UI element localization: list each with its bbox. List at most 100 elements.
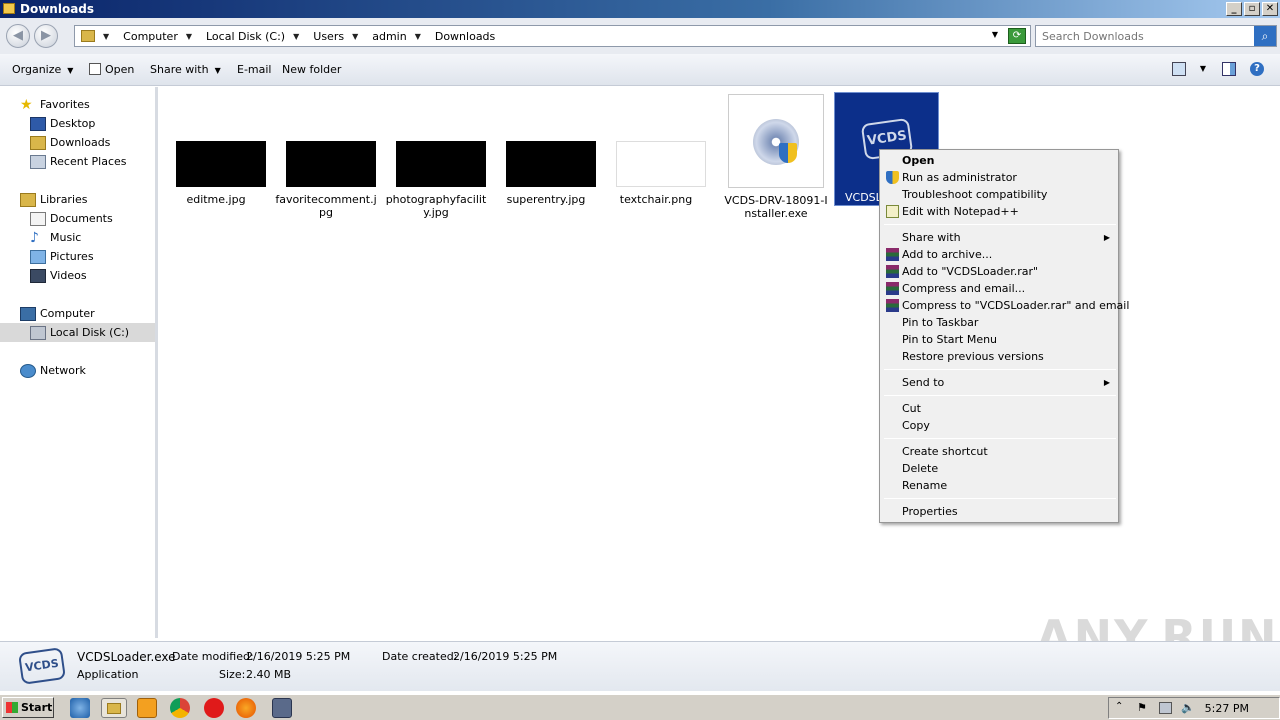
firefox-icon[interactable] (236, 698, 256, 718)
menu-item-share-with[interactable]: Share with ▶ (882, 229, 1116, 246)
nav-label: Computer (40, 307, 95, 320)
menu-item-delete[interactable]: Delete (882, 460, 1116, 477)
start-label: Start (21, 701, 53, 714)
nav-desktop[interactable]: Desktop (30, 114, 95, 133)
file-item[interactable]: superentry.jpg (501, 141, 600, 206)
app-taskbar-icon[interactable] (272, 698, 292, 718)
breadcrumb-downloads[interactable]: Downloads (435, 30, 495, 43)
internet-explorer-icon[interactable] (70, 698, 90, 718)
notepad-plus-icon (886, 205, 899, 218)
open-button[interactable]: Open (89, 63, 134, 76)
recent-places-icon (30, 154, 46, 169)
nav-libraries[interactable]: Libraries (20, 190, 88, 209)
explorer-taskbar-button[interactable] (101, 698, 127, 718)
file-item[interactable]: VCDS-DRV-18091-Installer.exe (724, 94, 830, 220)
address-dropdown-icon[interactable]: ▼ (992, 30, 998, 39)
address-bar[interactable]: ▼ Computer ▼ Local Disk (C:) ▼ Users ▼ a… (74, 25, 1031, 47)
change-view-icon[interactable] (1172, 62, 1186, 76)
folder-icon (3, 3, 15, 14)
vcds-file-icon: VCDS (17, 647, 67, 685)
refresh-button[interactable]: ⟳ (1008, 28, 1026, 44)
search-icon[interactable]: ⌕ (1254, 26, 1276, 46)
breadcrumb-local-disk[interactable]: Local Disk (C:) (206, 30, 285, 43)
nav-label: Desktop (50, 117, 96, 130)
menu-item-properties[interactable]: Properties (882, 503, 1116, 520)
nav-local-disk[interactable]: Local Disk (C:) (0, 323, 155, 342)
system-tray: ⌃ ⚑ 🔈 5:27 PM (1108, 697, 1280, 719)
chrome-icon[interactable] (170, 698, 190, 718)
file-item[interactable]: textchair.png (611, 141, 710, 206)
menu-item-send-to[interactable]: Send to ▶ (882, 374, 1116, 391)
organize-button[interactable]: Organize ▼ (12, 63, 73, 76)
network-icon (20, 363, 36, 378)
chevron-down-icon[interactable]: ▼ (352, 32, 358, 41)
start-button[interactable]: Start (2, 697, 54, 718)
menu-item-rename[interactable]: Rename (882, 477, 1116, 494)
file-item[interactable]: editme.jpg (171, 141, 270, 206)
breadcrumb-computer[interactable]: Computer (123, 30, 178, 43)
menu-item-compress-rar-email[interactable]: Compress to "VCDSLoader.rar" and email (882, 297, 1129, 314)
forward-button[interactable]: ▶ (34, 24, 58, 48)
nav-pictures[interactable]: Pictures (30, 247, 94, 266)
chevron-down-icon[interactable]: ▼ (293, 32, 299, 41)
show-hidden-icons-icon[interactable]: ⌃ (1115, 701, 1123, 712)
submenu-arrow-icon: ▶ (1103, 378, 1110, 387)
menu-item-edit-notepad[interactable]: Edit with Notepad++ (882, 203, 1116, 220)
volume-icon[interactable]: 🔈 (1181, 701, 1195, 714)
email-button[interactable]: E-mail (237, 63, 272, 76)
new-folder-button[interactable]: New folder (282, 63, 341, 76)
minimize-button[interactable]: _ (1226, 2, 1242, 16)
nav-downloads[interactable]: Downloads (30, 133, 110, 152)
menu-item-add-archive[interactable]: Add to archive... (882, 246, 1116, 263)
clock[interactable]: 5:27 PM (1205, 702, 1249, 715)
menu-item-add-to-rar[interactable]: Add to "VCDSLoader.rar" (882, 263, 1116, 280)
nav-music[interactable]: ♪ Music (30, 228, 81, 247)
folder-icon (81, 30, 95, 42)
details-pane: VCDS VCDSLoader.exe Application Date mod… (0, 641, 1280, 691)
nav-computer[interactable]: Computer (20, 304, 95, 323)
menu-item-pin-taskbar[interactable]: Pin to Taskbar (882, 314, 1116, 331)
menu-label: Pin to Taskbar (902, 316, 979, 329)
nav-network[interactable]: Network (20, 361, 86, 380)
nav-recent-places[interactable]: Recent Places (30, 152, 127, 171)
breadcrumb-label: Computer (123, 29, 178, 43)
image-thumbnail (505, 141, 596, 187)
menu-label: Properties (902, 505, 958, 518)
nav-documents[interactable]: Documents (30, 209, 113, 228)
menu-item-open[interactable]: Open (882, 152, 1116, 169)
nav-favorites[interactable]: ★ Favorites (20, 95, 90, 114)
menu-item-create-shortcut[interactable]: Create shortcut (882, 443, 1116, 460)
file-item[interactable]: photographyfacility.jpg (386, 141, 490, 219)
menu-item-compress-email[interactable]: Compress and email... (882, 280, 1116, 297)
breadcrumb-admin[interactable]: admin (372, 30, 406, 43)
menu-item-cut[interactable]: Cut (882, 400, 1116, 417)
chevron-down-icon[interactable]: ▼ (415, 32, 421, 41)
network-tray-icon[interactable] (1159, 702, 1172, 714)
maximize-button[interactable]: ▫ (1244, 2, 1260, 16)
view-options-chevron-icon[interactable]: ▼ (1196, 62, 1210, 76)
nav-videos[interactable]: Videos (30, 266, 87, 285)
nav-label: Network (40, 364, 86, 377)
close-button[interactable]: ✕ (1262, 2, 1278, 16)
menu-item-copy[interactable]: Copy (882, 417, 1116, 434)
chevron-down-icon[interactable]: ▼ (186, 32, 192, 41)
file-item[interactable]: favoritecomment.jpg (275, 141, 380, 219)
opera-icon[interactable] (204, 698, 224, 718)
search-box[interactable]: ⌕ (1035, 25, 1277, 47)
nav-label: Pictures (50, 250, 94, 263)
menu-item-pin-start[interactable]: Pin to Start Menu (882, 331, 1116, 348)
back-button[interactable]: ◀ (6, 24, 30, 48)
menu-item-restore-versions[interactable]: Restore previous versions (882, 348, 1116, 365)
preview-pane-icon[interactable] (1222, 62, 1236, 76)
share-with-button[interactable]: Share with ▼ (150, 63, 221, 76)
menu-label: Share with (902, 231, 961, 244)
media-player-icon[interactable] (137, 698, 157, 718)
menu-item-troubleshoot[interactable]: Troubleshoot compatibility (882, 186, 1116, 203)
help-icon[interactable]: ? (1250, 62, 1264, 76)
menu-label: Run as administrator (902, 171, 1017, 184)
menu-item-run-as-admin[interactable]: Run as administrator (882, 169, 1116, 186)
command-bar: Organize ▼ Open Share with ▼ E-mail New fo… (0, 54, 1280, 86)
search-input[interactable] (1042, 29, 1242, 43)
flag-icon[interactable]: ⚑ (1137, 701, 1147, 714)
breadcrumb-users[interactable]: Users (313, 30, 344, 43)
